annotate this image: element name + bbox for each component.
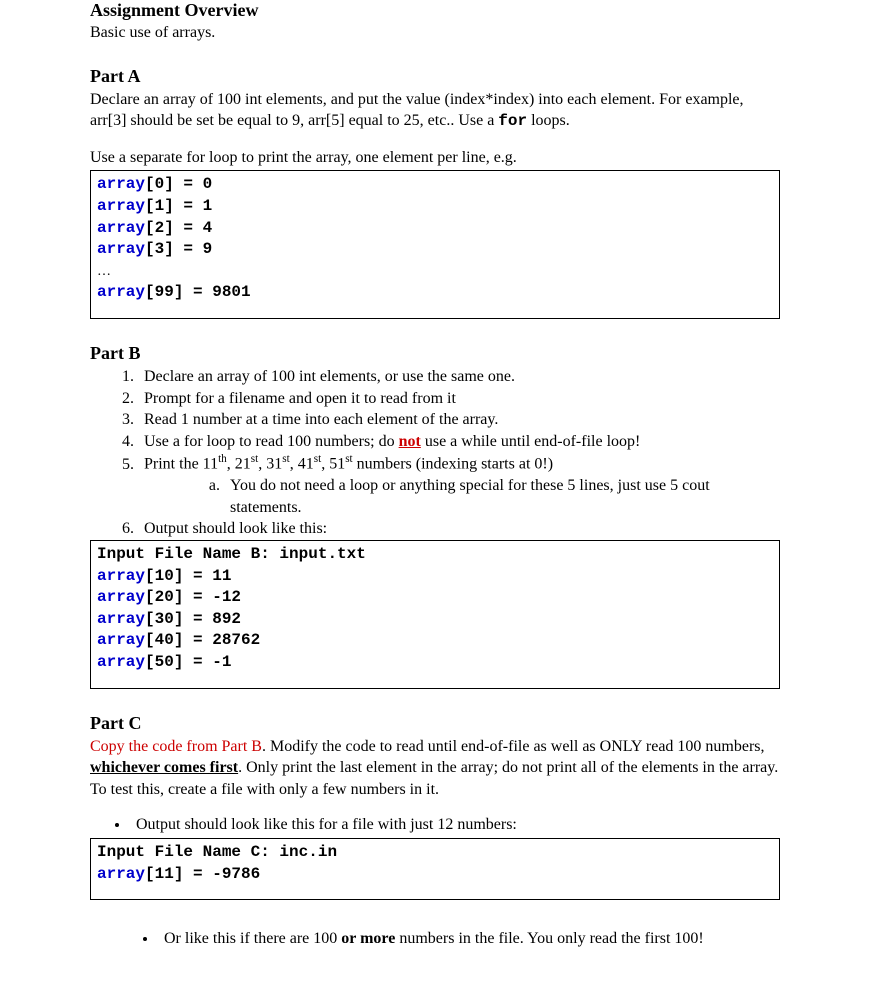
code-keyword-for: for	[498, 112, 527, 130]
part-a-heading: Part A	[90, 66, 780, 87]
emphasis-or-more: or more	[341, 930, 395, 947]
emphasis-not: not	[399, 433, 421, 450]
text: , 31	[258, 456, 282, 473]
code-kw: array	[97, 865, 145, 883]
part-b-heading: Part B	[90, 343, 780, 364]
ordinal-sup: st	[345, 453, 352, 465]
code-kw: array	[97, 610, 145, 628]
code-kw: array	[97, 219, 145, 237]
part-c-bullet-list-2: Or like this if there are 100 or more nu…	[90, 928, 780, 950]
code-kw: array	[97, 240, 145, 258]
list-item: Prompt for a filename and open it to rea…	[138, 388, 780, 410]
code-text: Input File Name B: input.txt	[97, 545, 366, 563]
list-item: Output should look like this for a file …	[130, 814, 780, 836]
code-text: [10] = 11	[145, 567, 231, 585]
code-kw: array	[97, 197, 145, 215]
part-c-codeblock: Input File Name C: inc.in array[11] = -9…	[90, 838, 780, 900]
list-item: Declare an array of 100 int elements, or…	[138, 366, 780, 388]
part-a-paragraph-2: Use a separate for loop to print the arr…	[90, 147, 780, 169]
code-text: [3] = 9	[145, 240, 212, 258]
text: Print the 11	[144, 456, 218, 473]
code-kw: array	[97, 567, 145, 585]
emphasis-copy: Copy the code from Part B	[90, 738, 262, 755]
ordinal-sup: st	[282, 453, 289, 465]
text: numbers in the file. You only read the f…	[395, 930, 703, 947]
emphasis-whichever: whichever comes first	[90, 759, 238, 776]
part-b-list: Declare an array of 100 int elements, or…	[90, 366, 780, 540]
code-text: [20] = -12	[145, 588, 241, 606]
text: use a while until end-of-file loop!	[421, 433, 641, 450]
part-a-paragraph-1: Declare an array of 100 int elements, an…	[90, 89, 780, 133]
code-kw: array	[97, 283, 145, 301]
part-b-codeblock: Input File Name B: input.txt array[10] =…	[90, 540, 780, 689]
text: Use a for loop to read 100 numbers; do	[144, 433, 399, 450]
list-item: Use a for loop to read 100 numbers; do n…	[138, 431, 780, 453]
part-c-paragraph: Copy the code from Part B. Modify the co…	[90, 736, 780, 801]
code-text: [99] = 9801	[145, 283, 251, 301]
part-b-sublist: You do not need a loop or anything speci…	[144, 475, 780, 518]
code-kw: array	[97, 175, 145, 193]
ordinal-sup: th	[218, 453, 227, 465]
text: Or like this if there are 100	[164, 930, 341, 947]
part-c-bullet-list-1: Output should look like this for a file …	[90, 814, 780, 836]
list-item: Print the 11th, 21st, 31st, 41st, 51st n…	[138, 452, 780, 518]
overview-title: Assignment Overview	[90, 0, 780, 22]
part-c-heading: Part C	[90, 713, 780, 734]
code-text: [40] = 28762	[145, 631, 260, 649]
text: , 21	[227, 456, 251, 473]
code-ellipsis: …	[97, 264, 111, 279]
code-text: [11] = -9786	[145, 865, 260, 883]
code-text: [30] = 892	[145, 610, 241, 628]
part-a-codeblock: array[0] = 0 array[1] = 1 array[2] = 4 a…	[90, 170, 780, 319]
list-item: Or like this if there are 100 or more nu…	[158, 928, 780, 950]
code-text: [2] = 4	[145, 219, 212, 237]
code-text: Input File Name C: inc.in	[97, 843, 337, 861]
text: Declare an array of 100 int elements, an…	[90, 91, 744, 130]
code-text: [0] = 0	[145, 175, 212, 193]
code-kw: array	[97, 653, 145, 671]
list-item: Output should look like this:	[138, 518, 780, 540]
text: numbers (indexing starts at 0!)	[353, 456, 553, 473]
text: . Modify the code to read until end-of-f…	[262, 738, 765, 755]
code-kw: array	[97, 588, 145, 606]
text: , 51	[321, 456, 345, 473]
code-text: [1] = 1	[145, 197, 212, 215]
list-item: You do not need a loop or anything speci…	[224, 475, 780, 518]
list-item: Read 1 number at a time into each elemen…	[138, 409, 780, 431]
code-text: [50] = -1	[145, 653, 231, 671]
text: loops.	[527, 112, 570, 129]
overview-subtitle: Basic use of arrays.	[90, 24, 780, 42]
code-kw: array	[97, 631, 145, 649]
text: , 41	[290, 456, 314, 473]
